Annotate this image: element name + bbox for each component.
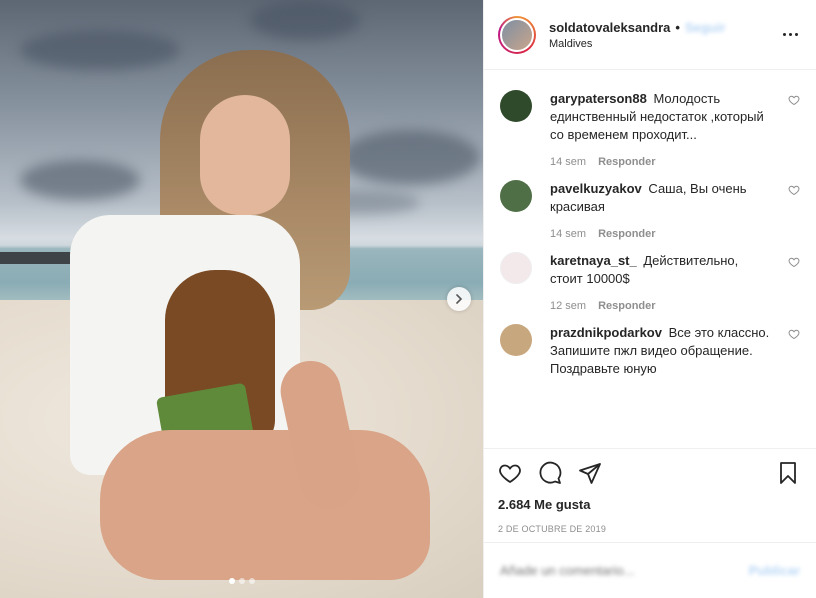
post-photo[interactable] (0, 0, 483, 598)
comment-text: pavelkuzyakov Саша, Вы очень красивая (550, 180, 770, 216)
reply-button[interactable]: Responder (598, 156, 655, 168)
heart-icon[interactable] (788, 328, 800, 340)
comment-time[interactable]: 12 sem (550, 300, 586, 312)
add-comment-bar: Publicar (484, 542, 816, 598)
comment-text: garypaterson88 Молодость единственный не… (550, 90, 770, 144)
post-actions: 2.684 Me gusta 2 DE OCTUBRE DE 2019 (484, 448, 816, 542)
heart-icon[interactable] (788, 184, 800, 196)
instagram-post: soldatovaleksandra • Seguir Maldives gar… (0, 0, 816, 598)
comment-meta: 14 sem Responder (550, 228, 770, 240)
commenter-username[interactable]: karetnaya_st_ (550, 253, 637, 268)
header-line: soldatovaleksandra • Seguir (549, 20, 780, 35)
post-date[interactable]: 2 DE OCTUBRE DE 2019 (498, 524, 800, 534)
comment-body: garypaterson88 Молодость единственный не… (550, 90, 770, 168)
commenter-avatar[interactable] (500, 90, 532, 122)
carousel-dots (0, 578, 483, 584)
comment-item: prazdnikpodarkov Все это классно. Запиши… (500, 324, 800, 378)
comment-item: karetnaya_st_ Действительно, стоит 10000… (500, 252, 800, 312)
commenter-username[interactable]: prazdnikpodarkov (550, 325, 662, 340)
more-dot (794, 33, 798, 36)
separator-dot: • (675, 19, 680, 35)
reply-button[interactable]: Responder (598, 228, 655, 240)
add-comment-input[interactable] (500, 563, 749, 578)
heart-icon[interactable] (788, 94, 800, 106)
carousel-dot (238, 578, 245, 584)
publish-button[interactable]: Publicar (749, 563, 800, 578)
more-dot (788, 33, 792, 36)
likes-count[interactable]: 2.684 Me gusta (498, 497, 800, 512)
commenter-avatar[interactable] (500, 180, 532, 212)
comment-body: prazdnikpodarkov Все это классно. Запиши… (550, 324, 770, 378)
carousel-dot (248, 578, 255, 584)
person-legs (100, 430, 430, 580)
avatar[interactable] (500, 17, 534, 52)
bookmark-icon[interactable] (776, 461, 800, 485)
comment-time[interactable]: 14 sem (550, 156, 586, 168)
person-face (200, 95, 290, 215)
comment-time[interactable]: 14 sem (550, 228, 586, 240)
follow-button[interactable]: Seguir (685, 20, 725, 35)
story-ring[interactable] (498, 15, 536, 54)
heart-icon[interactable] (498, 461, 522, 485)
location-link[interactable]: Maldives (549, 38, 780, 50)
share-icon[interactable] (578, 461, 602, 485)
comment-body: pavelkuzyakov Саша, Вы очень красивая 14… (550, 180, 770, 240)
heart-icon[interactable] (788, 256, 800, 268)
chevron-right-icon (456, 294, 463, 304)
action-icons-row (498, 459, 800, 487)
photo-person (60, 40, 440, 598)
comment-meta: 12 sem Responder (550, 300, 770, 312)
comment-meta: 14 sem Responder (550, 156, 770, 168)
comment-item: garypaterson88 Молодость единственный не… (500, 90, 800, 168)
post-header: soldatovaleksandra • Seguir Maldives (484, 0, 816, 70)
username-link[interactable]: soldatovaleksandra (549, 20, 670, 35)
comment-text: karetnaya_st_ Действительно, стоит 10000… (550, 252, 770, 288)
comment-item: pavelkuzyakov Саша, Вы очень красивая 14… (500, 180, 800, 240)
commenter-avatar[interactable] (500, 252, 532, 284)
commenter-username[interactable]: garypaterson88 (550, 91, 647, 106)
carousel-next-button[interactable] (447, 287, 471, 311)
more-options-button[interactable] (780, 25, 800, 45)
comment-icon[interactable] (538, 461, 562, 485)
comment-body: karetnaya_st_ Действительно, стоит 10000… (550, 252, 770, 312)
comments-list[interactable]: garypaterson88 Молодость единственный не… (484, 70, 816, 448)
comment-text: prazdnikpodarkov Все это классно. Запиши… (550, 324, 770, 378)
post-side-panel: soldatovaleksandra • Seguir Maldives gar… (483, 0, 816, 598)
photo-cloud (250, 0, 360, 40)
more-dot (782, 33, 786, 36)
carousel-dot (228, 578, 235, 584)
commenter-username[interactable]: pavelkuzyakov (550, 181, 642, 196)
header-text: soldatovaleksandra • Seguir Maldives (549, 20, 780, 50)
commenter-avatar[interactable] (500, 324, 532, 356)
reply-button[interactable]: Responder (598, 300, 655, 312)
